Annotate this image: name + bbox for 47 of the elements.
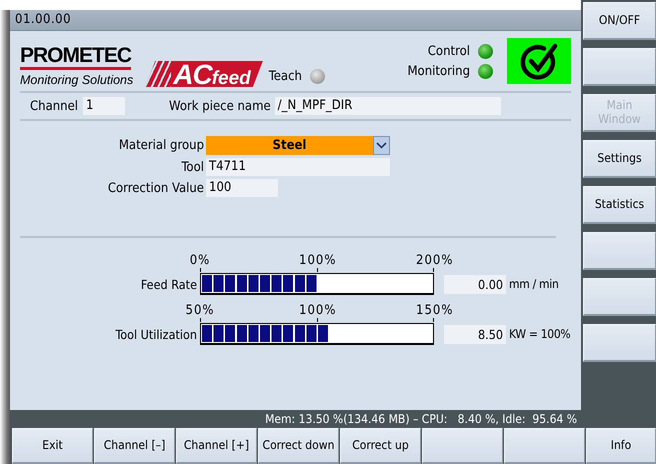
lamp-label: Teach <box>268 69 302 84</box>
blank-softkey[interactable] <box>583 232 656 270</box>
field-label: Tool <box>180 160 205 174</box>
softkey-button[interactable]: Statistics <box>583 186 656 224</box>
scale-tick-label: 100% <box>299 254 335 268</box>
version-label: 01.00.00 <box>15 12 72 27</box>
softkey-button[interactable]: Channel [+] <box>176 428 257 464</box>
reading-field: 8.50 <box>444 324 506 344</box>
softkey-button[interactable]: Correct down <box>258 428 339 464</box>
input-field[interactable]: 100 <box>206 179 278 197</box>
material-dropdown[interactable]: Steel <box>206 136 390 155</box>
meter-label: Tool Utilization <box>114 326 198 342</box>
company-logo: PROMETEC <box>20 45 132 70</box>
lamp-label: Monitoring <box>407 64 470 78</box>
reading-field: 0.00 <box>444 274 506 294</box>
blank-softkey[interactable] <box>504 428 585 464</box>
status-bar: Mem: 13.50 %(134.46 MB) – CPU: 8.40 %, Idle: 95.64 % <box>10 410 581 428</box>
softkey-button[interactable]: Settings <box>583 140 656 178</box>
field-label: Correction Value <box>106 180 205 196</box>
channel-field: 1 <box>83 97 126 115</box>
product-logo: ACfeed <box>145 61 263 87</box>
blank-softkey[interactable] <box>422 428 503 464</box>
blank-softkey[interactable] <box>583 278 656 316</box>
lamp-label: Control <box>428 44 470 58</box>
softkey-button[interactable]: Exit <box>12 428 93 464</box>
blank-softkey[interactable] <box>583 324 656 362</box>
work-piece-field: /_N_MPF_DIR <box>274 97 501 115</box>
scale-tick-label: 150% <box>416 304 452 318</box>
blank-softkey[interactable] <box>583 48 656 86</box>
softkey-button[interactable]: Info <box>586 428 656 464</box>
softkey-button[interactable]: ON/OFF <box>583 2 656 40</box>
channel-label: Channel <box>30 98 78 114</box>
scale-tick-label: 100% <box>299 304 335 318</box>
meter-label: Feed Rate <box>140 276 198 292</box>
chevron-down-icon[interactable] <box>376 142 387 149</box>
input-field[interactable]: T4711 <box>206 158 390 176</box>
logo-tagline: Monitoring Solutions <box>20 73 134 87</box>
check-circle-icon <box>519 41 559 81</box>
scale-tick-label: 50% <box>184 304 216 318</box>
field-label: Material group <box>118 138 205 153</box>
scale-tick-label: 0% <box>188 254 212 268</box>
softkey-button[interactable]: Correct up <box>340 428 421 464</box>
unit-label: mm / min <box>508 277 560 291</box>
unit-label: KW = 100% <box>508 327 572 341</box>
scale-tick-label: 200% <box>416 254 452 268</box>
softkey-button[interactable]: Channel [–] <box>94 428 175 464</box>
work-piece-label: Work piece name <box>169 98 271 114</box>
